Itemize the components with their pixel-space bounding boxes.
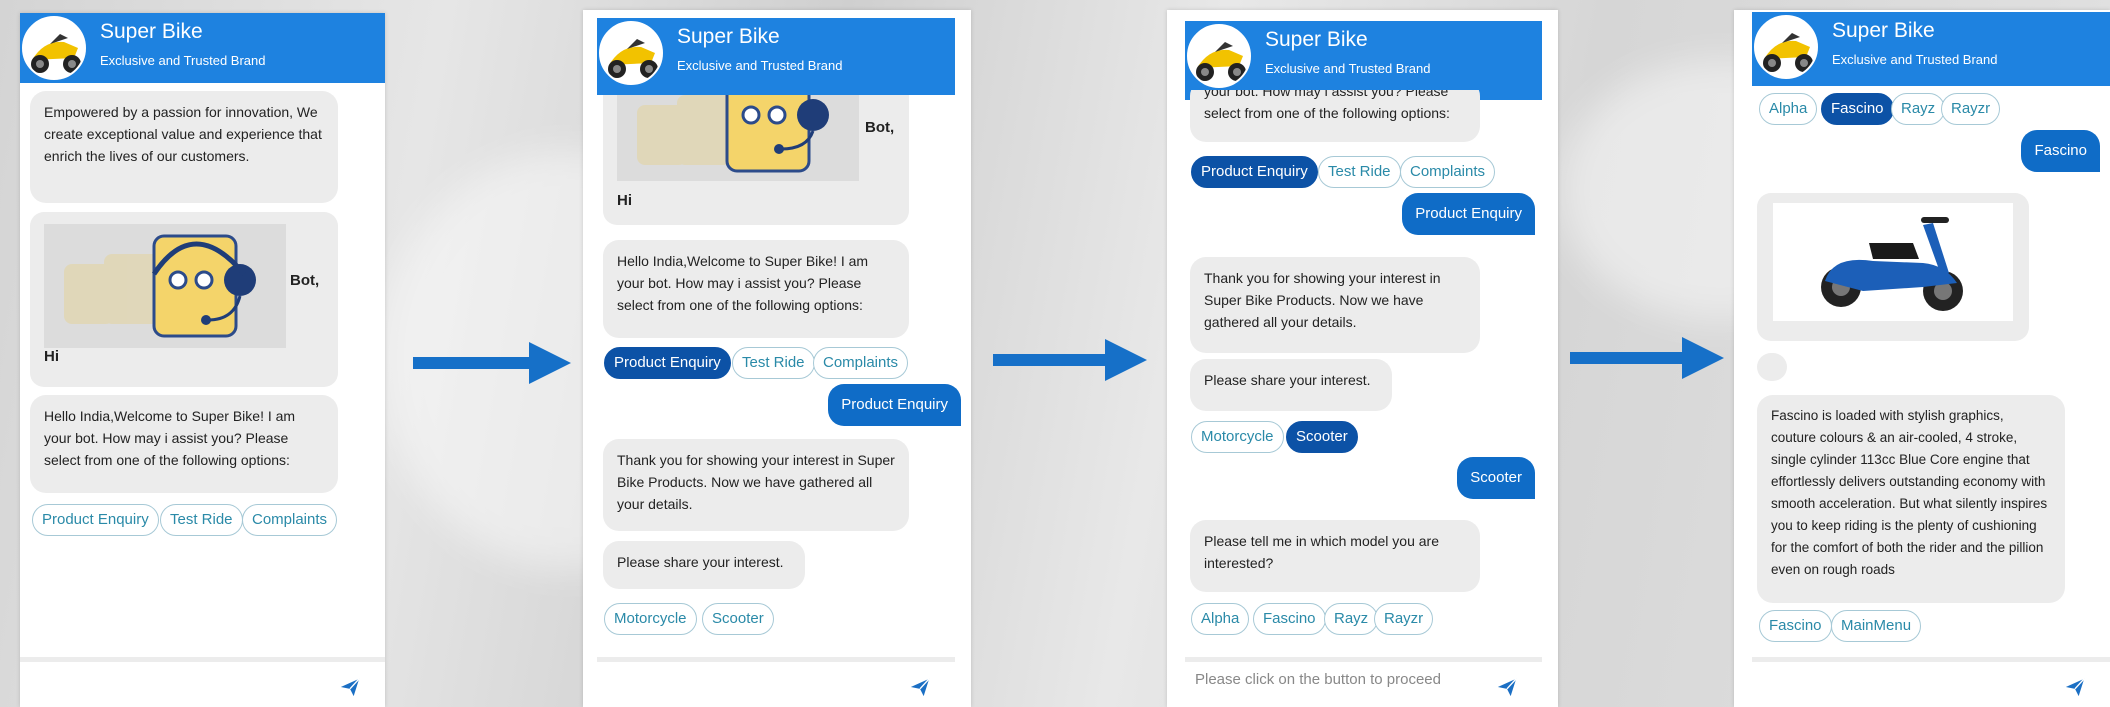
- user-message: Product Enquiry: [1402, 193, 1535, 235]
- brand-avatar: [599, 21, 663, 85]
- option-fascino[interactable]: Fascino: [1759, 610, 1832, 642]
- bot-illustration: [44, 224, 286, 348]
- option-test-ride[interactable]: Test Ride: [732, 347, 815, 379]
- option-alpha[interactable]: Alpha: [1759, 93, 1818, 125]
- message-list: Empowered by a passion for innovation, W…: [20, 83, 385, 652]
- app-title: Super Bike: [100, 20, 203, 43]
- bot-label: Bot,: [290, 272, 320, 289]
- brand-avatar: [1187, 24, 1251, 88]
- right-arrow-icon: [993, 339, 1147, 381]
- bot-message: your bot. How may i assist you? Please s…: [1190, 90, 1480, 142]
- option-scooter[interactable]: Scooter: [702, 603, 774, 635]
- bot-message: Please tell me in which model you are in…: [1190, 520, 1480, 592]
- bot-message: Thank you for showing your interest in S…: [1190, 257, 1480, 353]
- chat-header: Super Bike Exclusive and Trusted Brand: [20, 13, 385, 83]
- message-list: Alpha Fascino Rayz Rayzr Fascino Fascino…: [1734, 86, 2110, 652]
- option-alpha[interactable]: Alpha: [1191, 603, 1250, 635]
- app-subtitle: Exclusive and Trusted Brand: [1832, 52, 1998, 67]
- bot-label: Bot,: [865, 119, 895, 136]
- composer: [20, 657, 385, 707]
- option-complaints[interactable]: Complaints: [242, 504, 338, 536]
- composer: Please click on the button to proceed: [1185, 657, 1542, 707]
- chat-header: Super Bike Exclusive and Trusted Brand: [1752, 12, 2110, 86]
- bot-message: Hello India,Welcome to Super Bike! I am …: [603, 240, 909, 338]
- option-fascino[interactable]: Fascino: [1253, 603, 1326, 635]
- chat-window-4: Super Bike Exclusive and Trusted Brand A…: [1734, 10, 2110, 707]
- chat-window-2: Super Bike Exclusive and Trusted Brand B…: [583, 10, 971, 707]
- option-rayz[interactable]: Rayz: [1324, 603, 1379, 635]
- brand-avatar: [22, 16, 86, 80]
- option-motorcycle[interactable]: Motorcycle: [1191, 421, 1284, 453]
- send-icon[interactable]: [909, 676, 931, 698]
- app-title: Super Bike: [677, 25, 780, 48]
- option-test-ride[interactable]: Test Ride: [160, 504, 243, 536]
- bot-illustration: [617, 95, 859, 181]
- option-complaints[interactable]: Complaints: [813, 347, 909, 379]
- option-fascino[interactable]: Fascino: [1821, 93, 1894, 125]
- option-product-enquiry[interactable]: Product Enquiry: [1191, 156, 1318, 188]
- user-message: Fascino: [2021, 130, 2100, 172]
- bot-message: Please share your interest.: [603, 541, 805, 589]
- right-arrow-icon: [1570, 337, 1724, 379]
- bot-image-message: Bot, Hi: [603, 95, 909, 225]
- bot-message: Please share your interest.: [1190, 359, 1392, 411]
- bot-image-message: [1757, 193, 2029, 341]
- greeting-text: Hi: [617, 192, 632, 209]
- scooter-image: [1773, 203, 2013, 321]
- right-arrow-icon: [413, 342, 571, 384]
- bot-image-message: Bot, Hi: [30, 212, 338, 387]
- bot-message: Empowered by a passion for innovation, W…: [30, 91, 338, 203]
- bot-message: Hello India,Welcome to Super Bike! I am …: [30, 395, 338, 493]
- message-input[interactable]: Please click on the button to proceed: [1195, 671, 1455, 688]
- user-message: Scooter: [1457, 457, 1535, 499]
- chat-header: Super Bike Exclusive and Trusted Brand: [597, 18, 955, 95]
- app-subtitle: Exclusive and Trusted Brand: [100, 53, 266, 68]
- option-complaints[interactable]: Complaints: [1400, 156, 1496, 188]
- option-scooter[interactable]: Scooter: [1286, 421, 1358, 453]
- bot-message: Fascino is loaded with stylish graphics,…: [1757, 395, 2065, 603]
- composer: [1752, 657, 2110, 707]
- chat-window-3: Super Bike Exclusive and Trusted Brand y…: [1167, 10, 1558, 707]
- chat-window-1: Super Bike Exclusive and Trusted Brand E…: [20, 13, 385, 707]
- send-icon[interactable]: [2064, 676, 2086, 698]
- app-subtitle: Exclusive and Trusted Brand: [677, 58, 843, 73]
- app-subtitle: Exclusive and Trusted Brand: [1265, 61, 1431, 76]
- option-motorcycle[interactable]: Motorcycle: [604, 603, 697, 635]
- chat-header: Super Bike Exclusive and Trusted Brand: [1185, 21, 1542, 100]
- user-message: Product Enquiry: [828, 384, 961, 426]
- option-test-ride[interactable]: Test Ride: [1318, 156, 1401, 188]
- brand-avatar: [1754, 15, 1818, 79]
- app-title: Super Bike: [1265, 28, 1368, 51]
- composer: [597, 657, 955, 707]
- send-icon[interactable]: [1496, 676, 1518, 698]
- greeting-text: Hi: [44, 348, 59, 365]
- option-product-enquiry[interactable]: Product Enquiry: [32, 504, 159, 536]
- bot-message: [1757, 353, 1787, 381]
- option-rayzr[interactable]: Rayzr: [1941, 93, 2001, 125]
- send-icon[interactable]: [339, 676, 361, 698]
- option-rayzr[interactable]: Rayzr: [1374, 603, 1434, 635]
- message-list: your bot. How may i assist you? Please s…: [1167, 90, 1558, 652]
- app-title: Super Bike: [1832, 19, 1935, 42]
- option-rayz[interactable]: Rayz: [1891, 93, 1946, 125]
- option-product-enquiry[interactable]: Product Enquiry: [604, 347, 731, 379]
- option-main-menu[interactable]: MainMenu: [1831, 610, 1922, 642]
- bot-message: Thank you for showing your interest in S…: [603, 439, 909, 531]
- message-list: Bot, Hi Hello India,Welcome to Super Bik…: [583, 95, 971, 652]
